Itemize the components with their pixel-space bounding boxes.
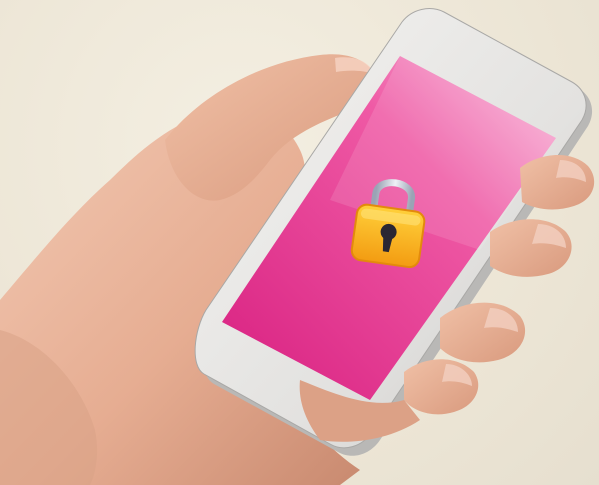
hand-holding-phone-illustration xyxy=(0,8,595,485)
photo-scene xyxy=(0,0,599,485)
